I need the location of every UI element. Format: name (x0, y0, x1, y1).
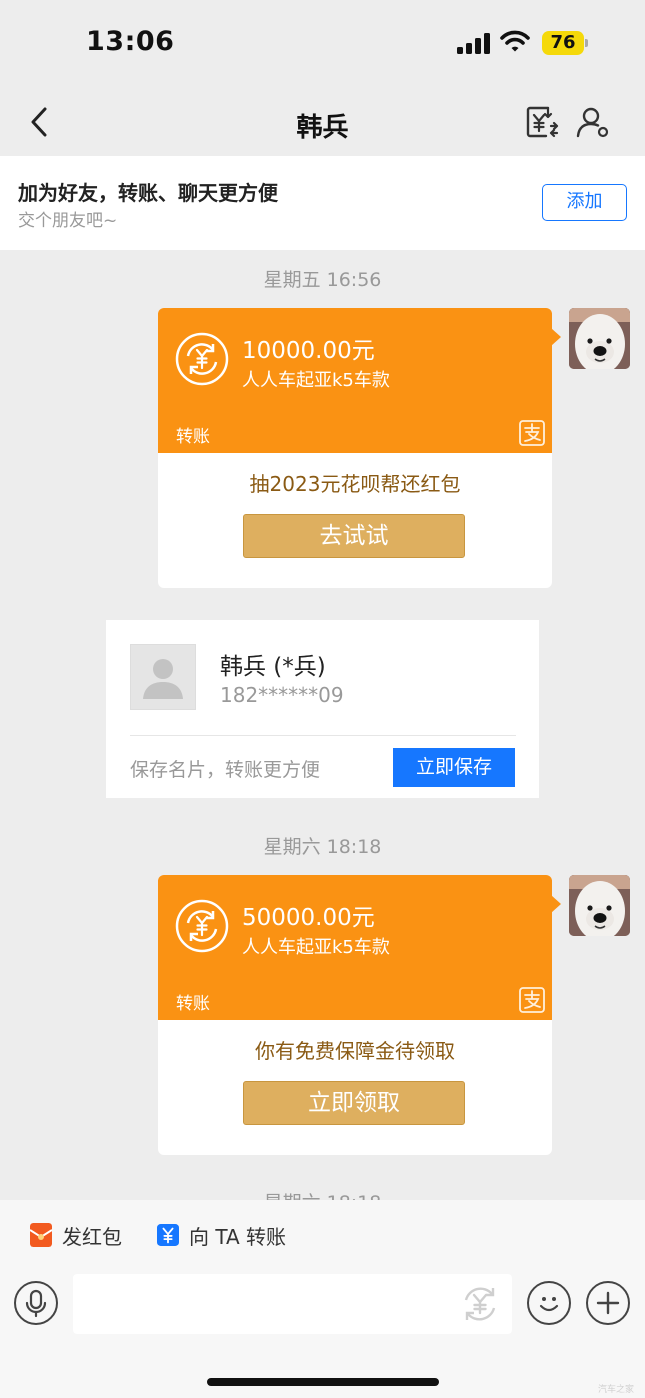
input-row (0, 1272, 645, 1338)
red-packet-icon (30, 1223, 52, 1247)
battery-indicator: 76 (542, 31, 584, 55)
message-timestamp: 星期六 18:18 (263, 836, 382, 858)
add-friend-banner: 加为好友，转账、聊天更方便 交个朋友吧~ 添加 (0, 156, 645, 250)
save-hint: 保存名片，转账更方便 (130, 759, 321, 781)
transfer-shortcut-icon[interactable] (458, 1282, 502, 1326)
profile-settings-icon[interactable] (575, 104, 611, 140)
claim-now-button[interactable]: 立即领取 (243, 1081, 465, 1125)
smiley-icon (539, 1297, 559, 1312)
banner-subtitle: 交个朋友吧~ (18, 211, 118, 231)
contact-phone: 182******09 (220, 683, 344, 707)
plus-icon (596, 1291, 620, 1315)
promo-text: 你有免费保障金待领取 (255, 1039, 455, 1063)
transfer-label: 转账 (176, 994, 210, 1014)
partial-timestamp: 星期六 18:18 (0, 1188, 645, 1200)
emoji-button[interactable] (527, 1281, 571, 1325)
red-packet-action[interactable]: 发红包 (30, 1220, 122, 1250)
microphone-icon (25, 1289, 47, 1318)
contact-photo-placeholder (130, 644, 196, 710)
alipay-logo-icon (519, 987, 545, 1013)
card-divider (130, 735, 516, 736)
add-friend-button[interactable]: 添加 (542, 184, 627, 221)
message-timestamp: 星期五 16:56 (263, 269, 382, 291)
save-contact-button[interactable]: 立即保存 (393, 748, 515, 787)
avatar[interactable] (569, 875, 630, 936)
transfer-bill-icon[interactable] (524, 104, 560, 140)
bubble-tail (551, 895, 561, 913)
transfer-yuan-icon (157, 1224, 179, 1246)
transfer-note: 人人车起亚k5车款 (242, 937, 390, 958)
status-time: 13:06 (86, 26, 175, 57)
voice-button[interactable] (14, 1281, 58, 1325)
transfer-to-ta-action[interactable]: 向 TA 转账 (157, 1220, 286, 1250)
wifi-icon (500, 30, 530, 52)
dog-avatar-image (569, 875, 630, 936)
transfer-coin-icon (175, 332, 229, 386)
promo-text: 抽2023元花呗帮还红包 (249, 472, 461, 496)
transfer-amount: 50000.00元 (242, 905, 375, 931)
watermark: 汽车之家 (598, 1385, 635, 1395)
contact-name: 韩兵 (*兵) (220, 654, 326, 680)
message-input[interactable] (73, 1274, 512, 1334)
bottom-input-area: 发红包 向 TA 转账 (0, 1200, 645, 1398)
try-it-button[interactable]: 去试试 (243, 514, 465, 558)
transfer-amount: 10000.00元 (242, 338, 375, 364)
battery-cap (585, 39, 588, 47)
transfer-label: 转账 (176, 427, 210, 447)
transfer-message[interactable]: 10000.00元 人人车起亚k5车款 转账 抽2023元花呗帮还红包 去试试 (158, 308, 561, 588)
status-bar: 13:06 76 (0, 0, 645, 90)
battery-level: 76 (550, 32, 576, 53)
alipay-logo-icon (519, 420, 545, 446)
more-button[interactable] (586, 1281, 630, 1325)
contact-card[interactable]: 韩兵 (*兵) 182******09 保存名片，转账更方便 立即保存 (106, 620, 539, 798)
bubble-tail (551, 328, 561, 346)
banner-title: 加为好友，转账、聊天更方便 (18, 181, 278, 205)
transfer-note: 人人车起亚k5车款 (242, 370, 390, 391)
transfer-to-ta-label: 向 TA 转账 (189, 1224, 287, 1249)
red-packet-label: 发红包 (62, 1224, 122, 1249)
person-silhouette-icon (143, 659, 183, 699)
transfer-message[interactable]: 50000.00元 人人车起亚k5车款 转账 你有免费保障金待领取 立即领取 (158, 875, 561, 1155)
cellular-signal-icon (457, 32, 491, 54)
home-indicator (207, 1378, 439, 1386)
transfer-coin-icon (175, 899, 229, 953)
avatar[interactable] (569, 308, 630, 369)
nav-bar: 韩兵 (0, 90, 645, 156)
dog-avatar-image (569, 308, 630, 369)
